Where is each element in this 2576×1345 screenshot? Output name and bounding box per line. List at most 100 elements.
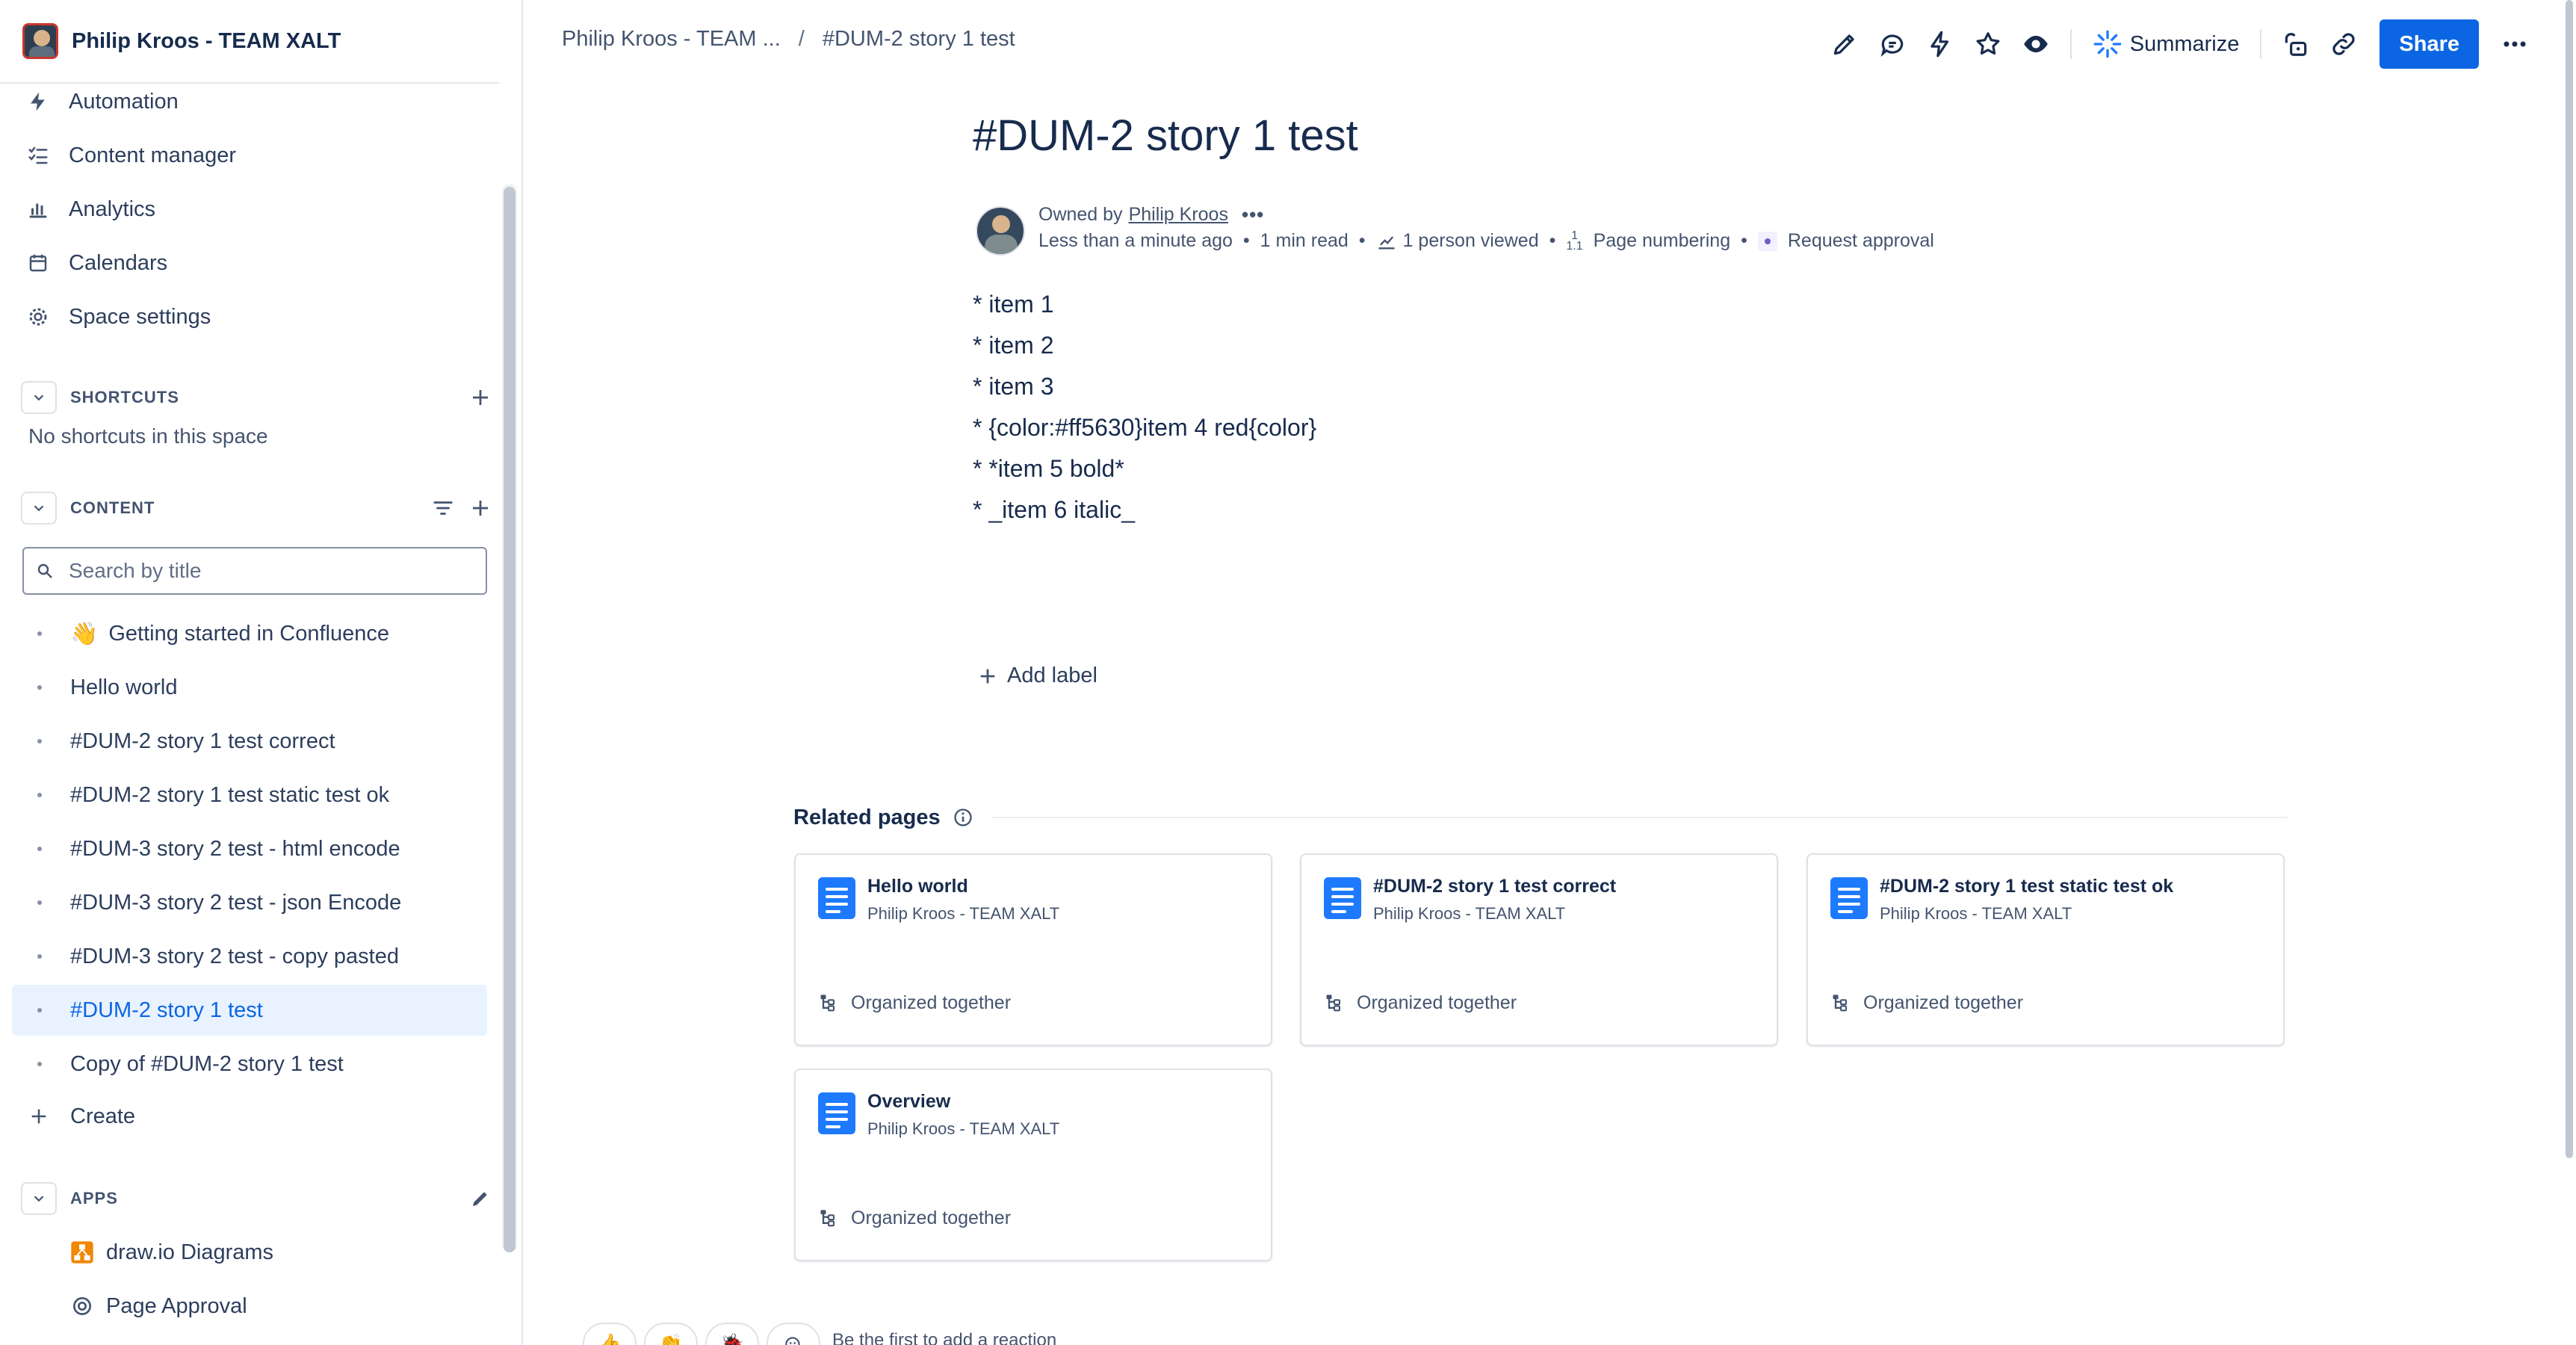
sidebar-item-content-manager[interactable]: Content manager <box>27 134 236 176</box>
pencil-icon <box>1833 34 1854 55</box>
related-card-space: Philip Kroos - TEAM XALT <box>1373 904 1566 923</box>
related-card-dum2-static[interactable]: #DUM-2 story 1 test static test ok Phili… <box>1806 853 2285 1046</box>
add-reaction-button[interactable] <box>767 1323 820 1345</box>
body-line: * item 1 <box>973 291 1054 318</box>
byline-more-button[interactable]: ••• <box>1242 203 1264 226</box>
app-item-label: draw.io Diagrams <box>106 1240 274 1264</box>
add-label-text: Add label <box>1007 664 1097 687</box>
reaction-bug-button[interactable]: 🐞 <box>705 1323 759 1345</box>
request-approval-link[interactable]: Request approval <box>1788 230 1934 252</box>
page-numbering-icon: 1 1.1 <box>1566 229 1583 253</box>
related-card-reason: Organized together <box>818 992 1011 1014</box>
shortcuts-collapse-button[interactable] <box>21 381 57 414</box>
sidebar-item-calendars[interactable]: Calendars <box>27 242 167 284</box>
bullet-dot <box>37 1008 42 1012</box>
summarize-label: Summarize <box>2129 31 2240 56</box>
more-horizontal-icon <box>2504 41 2526 47</box>
related-card-overview[interactable]: Overview Philip Kroos - TEAM XALT Organi… <box>794 1069 1272 1261</box>
related-card-title: #DUM-2 story 1 test static test ok <box>1880 876 2174 897</box>
related-card-space: Philip Kroos - TEAM XALT <box>867 1119 1060 1138</box>
bar-chart-icon <box>29 203 47 218</box>
tree-item-label: #DUM-3 story 2 test - html encode <box>70 836 400 861</box>
tree-item-getting-started[interactable]: 👋 Getting started in Confluence <box>12 608 487 659</box>
app-item-drawio[interactable]: draw.io Diagrams <box>70 1231 273 1273</box>
bullet-dot <box>37 847 42 851</box>
apps-collapse-button[interactable] <box>21 1182 57 1215</box>
related-card-title: Hello world <box>867 876 968 897</box>
add-content-plus-icon[interactable] <box>469 497 492 519</box>
related-card-hello-world[interactable]: Hello world Philip Kroos - TEAM XALT Org… <box>794 853 1272 1046</box>
ai-sparkle-icon <box>2093 30 2122 58</box>
tree-item-copy-of-dum2[interactable]: Copy of #DUM-2 story 1 test <box>12 1039 487 1089</box>
summarize-button[interactable]: Summarize <box>2082 22 2250 66</box>
tree-item-hello-world[interactable]: Hello world <box>12 662 487 713</box>
checklist-icon <box>28 146 48 164</box>
breadcrumb-space-link[interactable]: Philip Kroos - TEAM ... <box>562 27 781 52</box>
sidebar-item-label: Calendars <box>69 250 168 275</box>
create-content-button[interactable]: Create <box>28 1095 135 1137</box>
star-button[interactable] <box>1964 22 2012 66</box>
tree-item-dum3-copy[interactable]: #DUM-3 story 2 test - copy pasted <box>12 931 487 982</box>
related-card-space: Philip Kroos - TEAM XALT <box>867 904 1060 923</box>
tree-item-dum2-static[interactable]: #DUM-2 story 1 test static test ok <box>12 770 487 820</box>
app-item-page-approval[interactable]: Page Approval <box>70 1285 247 1327</box>
sidebar-scrollbar-thumb[interactable] <box>504 187 515 1252</box>
restrictions-button[interactable] <box>2272 22 2320 66</box>
sidebar-item-label: Space settings <box>69 304 211 329</box>
watch-button[interactable] <box>2012 22 2060 66</box>
edit-button[interactable] <box>1821 22 1868 66</box>
shortcuts-section-header: SHORTCUTS <box>21 380 492 415</box>
page-numbering-link[interactable]: Page numbering <box>1594 230 1730 252</box>
sidebar-item-analytics[interactable]: Analytics <box>27 188 155 230</box>
filter-icon[interactable] <box>432 497 454 519</box>
owned-by-label: Owned by <box>1038 204 1123 225</box>
more-actions-button[interactable] <box>2491 22 2539 66</box>
page-doc-icon <box>1830 877 1868 919</box>
tree-item-dum2-correct[interactable]: #DUM-2 story 1 test correct <box>12 716 487 767</box>
info-icon[interactable] <box>953 807 973 828</box>
copy-link-button[interactable] <box>2320 22 2368 66</box>
related-card-dum2-correct[interactable]: #DUM-2 story 1 test correct Philip Kroos… <box>1300 853 1778 1046</box>
page-views-text[interactable]: 1 person viewed <box>1403 230 1539 252</box>
content-collapse-button[interactable] <box>21 492 57 525</box>
reaction-thumbs-up-button[interactable]: 👍 <box>583 1323 637 1345</box>
breadcrumb-page-link[interactable]: #DUM-2 story 1 test <box>823 27 1015 52</box>
top-bar: Philip Kroos - TEAM ... / #DUM-2 story 1… <box>524 0 2576 88</box>
share-button[interactable]: Share <box>2380 19 2479 69</box>
lightning-icon <box>1931 31 1948 58</box>
add-label-button[interactable]: Add label <box>977 664 1097 688</box>
last-updated-text[interactable]: Less than a minute ago <box>1038 230 1233 252</box>
bullet-dot <box>37 954 42 959</box>
calendar-icon <box>29 254 47 272</box>
body-line: * _item 6 italic_ <box>973 496 1135 523</box>
create-label: Create <box>70 1104 136 1128</box>
toolbar-divider <box>2069 29 2072 59</box>
reactions-bar: 👍 👏 🐞 Be the first to add a reaction <box>583 1323 1056 1345</box>
tree-item-label: Getting started in Confluence <box>108 621 389 646</box>
analytics-line-icon <box>1378 235 1395 249</box>
owner-avatar[interactable] <box>976 206 1025 256</box>
star-icon <box>1976 32 2000 55</box>
bullet-dot <box>37 900 42 905</box>
search-by-title-box[interactable] <box>22 547 487 595</box>
automation-button[interactable] <box>1916 22 1964 66</box>
sidebar-item-space-settings[interactable]: Space settings <box>27 296 211 338</box>
bullet-dot <box>37 685 42 690</box>
owner-link[interactable]: Philip Kroos <box>1129 204 1228 226</box>
reason-text: Organized together <box>851 992 1012 1013</box>
tree-item-dum2-story-active[interactable]: #DUM-2 story 1 test <box>12 985 487 1036</box>
chevron-down-icon <box>34 395 44 401</box>
add-shortcut-plus-icon[interactable] <box>469 386 492 409</box>
space-header[interactable]: Philip Kroos - TEAM XALT <box>0 0 499 84</box>
apps-section-header: APPS <box>21 1181 492 1216</box>
reaction-clap-button[interactable]: 👏 <box>644 1323 698 1345</box>
tree-item-dum3-html[interactable]: #DUM-3 story 2 test - html encode <box>12 823 487 874</box>
tree-item-dum3-json[interactable]: #DUM-3 story 2 test - json Encode <box>12 877 487 928</box>
main-scrollbar[interactable] <box>2563 0 2576 1158</box>
edit-pencil-icon[interactable] <box>469 1187 492 1210</box>
related-card-title: #DUM-2 story 1 test correct <box>1373 876 1617 897</box>
search-input[interactable] <box>69 559 472 583</box>
comments-button[interactable] <box>1868 22 1916 66</box>
related-card-reason: Organized together <box>1830 992 2023 1014</box>
sidebar-item-automation[interactable]: Automation <box>27 81 179 123</box>
